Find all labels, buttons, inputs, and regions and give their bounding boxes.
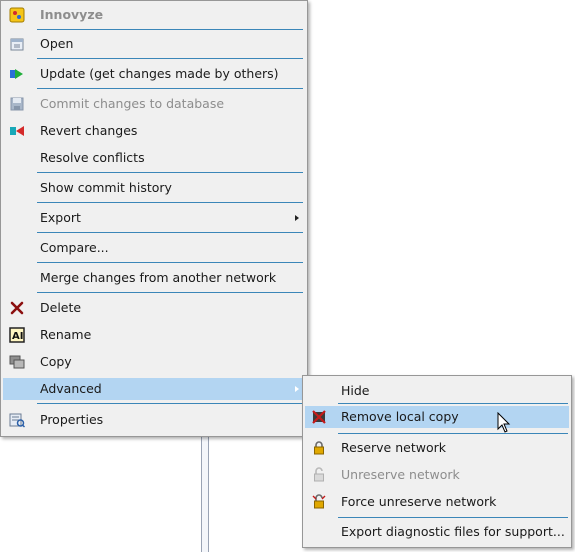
advanced-submenu: Hide Remove local copy Reserve network U… [302, 375, 572, 548]
svg-text:AI: AI [12, 331, 23, 342]
unlock-icon [314, 467, 324, 482]
rename-icon: AI [9, 327, 25, 343]
background-tree-line [201, 430, 209, 552]
separator [37, 88, 303, 89]
separator [37, 292, 303, 293]
submenu-item-export-diagnostic-files[interactable]: Export diagnostic files for support... [305, 521, 569, 543]
lock-icon [314, 441, 324, 455]
open-icon [10, 38, 24, 51]
menu-item-export[interactable]: Export [3, 207, 305, 229]
force-unlock-icon [312, 494, 326, 509]
menu-item-update[interactable]: Update (get changes made by others) [3, 63, 305, 85]
submenu-item-hide[interactable]: Hide [305, 380, 569, 402]
menu-item-properties[interactable]: Properties [3, 409, 305, 431]
update-arrow-icon [10, 69, 23, 79]
menu-item-revert-changes[interactable]: Revert changes [3, 120, 305, 142]
innovyze-icon [9, 7, 25, 23]
separator [37, 202, 303, 203]
separator [37, 232, 303, 233]
submenu-item-force-unreserve-network[interactable]: Force unreserve network [305, 491, 569, 513]
separator [338, 403, 568, 404]
separator [37, 262, 303, 263]
separator [338, 433, 568, 434]
submenu-item-reserve-network[interactable]: Reserve network [305, 437, 569, 459]
menu-item-show-commit-history[interactable]: Show commit history [3, 177, 305, 199]
menu-item-merge-changes[interactable]: Merge changes from another network [3, 267, 305, 289]
mouse-cursor-icon [497, 412, 511, 433]
remove-local-copy-icon [312, 410, 326, 424]
separator [338, 517, 568, 518]
context-menu: Innovyze Open Update (get changes made b… [0, 0, 308, 437]
submenu-item-unreserve-network[interactable]: Unreserve network [305, 464, 569, 486]
separator [37, 29, 303, 30]
menu-item-compare[interactable]: Compare... [3, 237, 305, 259]
menu-item-rename[interactable]: AI Rename [3, 324, 305, 346]
menu-item-commit-changes[interactable]: Commit changes to database [3, 93, 305, 115]
menu-item-open[interactable]: Open [3, 33, 305, 55]
separator [37, 172, 303, 173]
menu-item-delete[interactable]: Delete [3, 297, 305, 319]
menu-item-advanced[interactable]: Advanced [3, 378, 305, 400]
menu-item-copy[interactable]: Copy [3, 351, 305, 373]
menu-title-innovyze: Innovyze [3, 4, 305, 26]
copy-icon [9, 355, 25, 369]
delete-x-icon [10, 301, 24, 315]
separator [37, 403, 303, 404]
properties-icon [9, 413, 25, 428]
submenu-item-remove-local-copy[interactable]: Remove local copy [305, 406, 569, 428]
revert-arrow-icon [10, 126, 24, 136]
submenu-arrow-icon [295, 386, 299, 392]
submenu-arrow-icon [295, 215, 299, 221]
separator [37, 58, 303, 59]
menu-item-resolve-conflicts[interactable]: Resolve conflicts [3, 147, 305, 169]
save-disk-icon [10, 97, 24, 111]
